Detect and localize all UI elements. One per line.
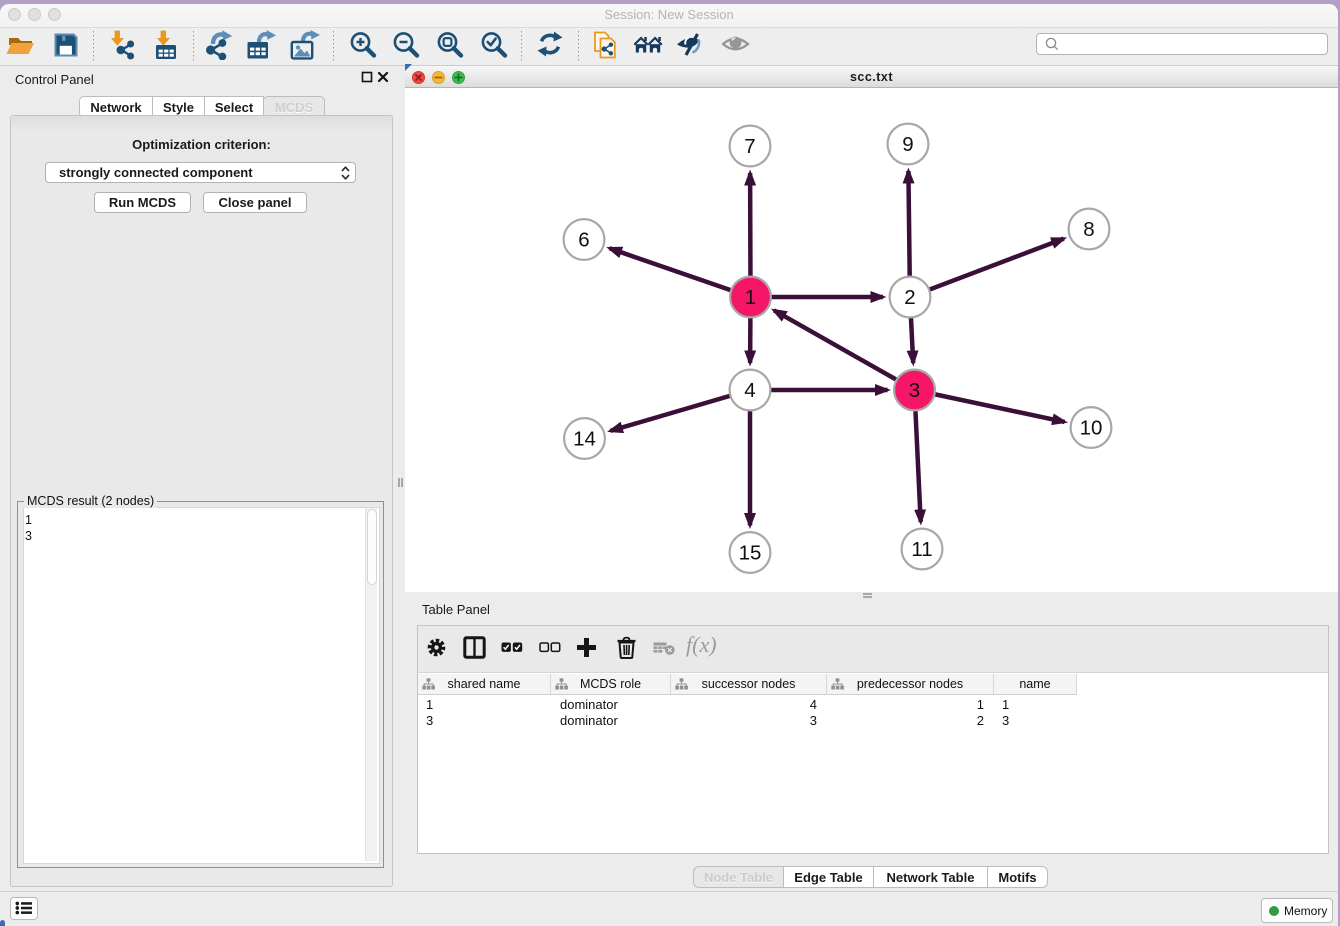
svg-text:7: 7 [744,135,755,158]
svg-text:3: 3 [909,379,920,402]
svg-text:15: 15 [739,542,762,565]
svg-text:4: 4 [744,379,755,402]
svg-text:10: 10 [1080,417,1103,440]
svg-text:6: 6 [578,229,589,252]
svg-text:8: 8 [1083,218,1094,241]
svg-text:9: 9 [902,133,913,156]
svg-text:1: 1 [745,286,756,309]
svg-text:11: 11 [911,538,932,561]
svg-text:2: 2 [904,286,915,309]
svg-text:14: 14 [573,428,596,451]
